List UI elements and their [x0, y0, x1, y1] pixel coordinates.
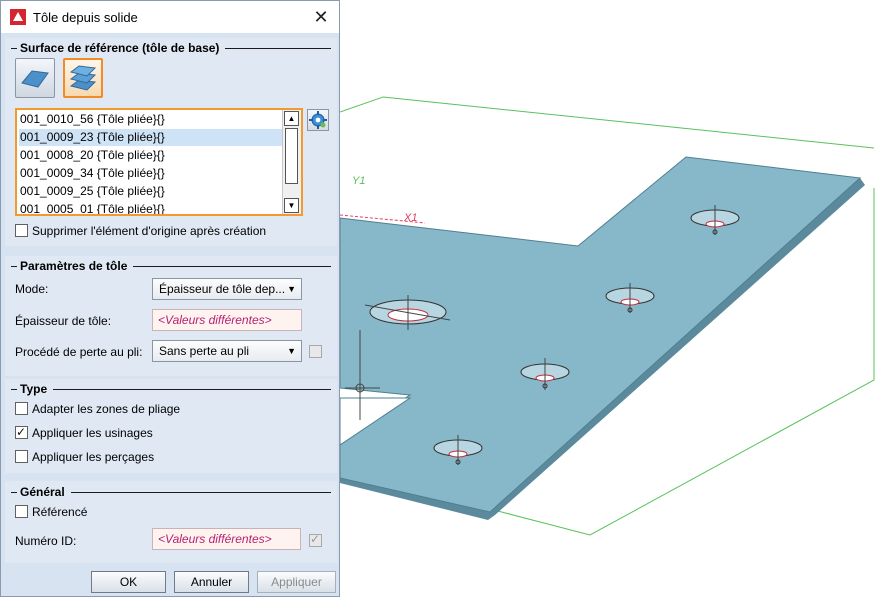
apply-machining-checkbox[interactable] — [15, 424, 28, 440]
reference-surface-list[interactable]: 001_0010_56 {Tôle pliée}{} 001_0009_23 {… — [15, 108, 303, 216]
referenced-row[interactable]: Référencé — [15, 504, 87, 520]
ok-button[interactable]: OK — [91, 571, 166, 593]
mode-value: Épaisseur de tôle dep... — [159, 282, 286, 296]
list-item[interactable]: 001_0009_23 {Tôle pliée}{} — [19, 129, 284, 146]
section-rule — [11, 266, 17, 267]
axis-label-x: X1 — [403, 212, 417, 224]
section-rule — [11, 492, 17, 493]
adapt-bend-zones-checkbox[interactable] — [15, 402, 28, 415]
settings-gear-button[interactable] — [307, 109, 329, 131]
adapt-bend-zones-row[interactable]: Adapter les zones de pliage — [15, 401, 180, 417]
scroll-thumb[interactable] — [285, 128, 298, 184]
apply-holes-row[interactable]: Appliquer les perçages — [15, 449, 154, 465]
sheet-params-heading: Paramètres de tôle — [20, 259, 128, 273]
list-item[interactable]: 001_0009_34 {Tôle pliée}{} — [19, 165, 284, 182]
list-item[interactable]: 001_0005_01 {Tôle pliée}{} — [19, 201, 284, 214]
bend-loss-label: Procédé de perte au pli: — [15, 345, 143, 359]
general-heading: Général — [20, 485, 65, 499]
gear-icon — [309, 111, 327, 129]
plate-top — [340, 156, 862, 513]
window-title: Tôle depuis solide — [33, 10, 138, 25]
axis-label-y: Y1 — [352, 175, 365, 187]
list-scrollbar[interactable]: ▲ ▼ — [282, 110, 301, 214]
bend-loss-value: Sans perte au pli — [159, 344, 250, 358]
section-rule — [53, 389, 331, 390]
bend-loss-dropdown[interactable]: Sans perte au pli ▼ — [152, 340, 302, 362]
app-logo-icon — [10, 9, 26, 25]
referenced-checkbox[interactable] — [15, 505, 28, 518]
stacked-sheets-icon — [69, 65, 97, 91]
section-rule — [11, 389, 17, 390]
cancel-button[interactable]: Annuler — [174, 571, 249, 593]
chevron-down-icon: ▼ — [287, 284, 296, 294]
thickness-label: Épaisseur de tôle: — [15, 314, 112, 328]
single-sheet-icon — [21, 70, 49, 88]
mode-dropdown[interactable]: Épaisseur de tôle dep... ▼ — [152, 278, 302, 300]
apply-holes-label: Appliquer les perçages — [32, 450, 155, 464]
section-rule — [225, 48, 331, 49]
type-heading: Type — [20, 382, 48, 396]
mode-label: Mode: — [15, 282, 49, 296]
close-icon[interactable]: ✕ — [309, 5, 333, 29]
scroll-up-icon[interactable]: ▲ — [284, 111, 299, 126]
id-label: Numéro ID: — [15, 534, 77, 548]
viewport-canvas: Y1 X1 — [340, 96, 875, 536]
chevron-down-icon: ▼ — [287, 346, 296, 356]
single-surface-button[interactable] — [15, 58, 55, 98]
apply-button[interactable]: Appliquer — [257, 571, 336, 593]
3d-viewport[interactable]: Y1 X1 — [340, 0, 878, 599]
sheet-from-solid-dialog: Tôle depuis solide ✕ Surface de référenc… — [0, 0, 340, 597]
adapt-bend-zones-label: Adapter les zones de pliage — [32, 402, 181, 416]
section-rule — [71, 492, 331, 493]
section-rule — [133, 266, 331, 267]
bend-loss-option-checkbox — [309, 345, 322, 358]
scroll-down-icon[interactable]: ▼ — [284, 198, 299, 213]
frame-line-top — [382, 96, 875, 149]
delete-original-label: Supprimer l'élément d'origine après créa… — [32, 224, 267, 238]
id-lock-checkbox — [309, 532, 322, 547]
section-rule — [11, 48, 17, 49]
delete-original-checkbox-row[interactable]: Supprimer l'élément d'origine après créa… — [15, 223, 266, 239]
delete-original-checkbox[interactable] — [15, 224, 28, 237]
id-input[interactable]: <Valeurs différentes> — [152, 528, 301, 550]
list-item[interactable]: 001_0010_56 {Tôle pliée}{} — [19, 111, 284, 128]
title-bar: Tôle depuis solide ✕ — [1, 1, 339, 33]
thickness-input[interactable]: <Valeurs différentes> — [152, 309, 302, 331]
frame-line-left — [340, 96, 384, 113]
list-item[interactable]: 001_0009_25 {Tôle pliée}{} — [19, 183, 284, 200]
apply-holes-checkbox[interactable] — [15, 450, 28, 463]
multi-surface-button[interactable] — [63, 58, 103, 98]
list-item[interactable]: 001_0008_20 {Tôle pliée}{} — [19, 147, 284, 164]
apply-machining-row[interactable]: Appliquer les usinages — [15, 424, 153, 441]
reference-surface-heading: Surface de référence (tôle de base) — [20, 41, 220, 55]
apply-machining-label: Appliquer les usinages — [32, 426, 153, 440]
referenced-label: Référencé — [32, 505, 88, 519]
